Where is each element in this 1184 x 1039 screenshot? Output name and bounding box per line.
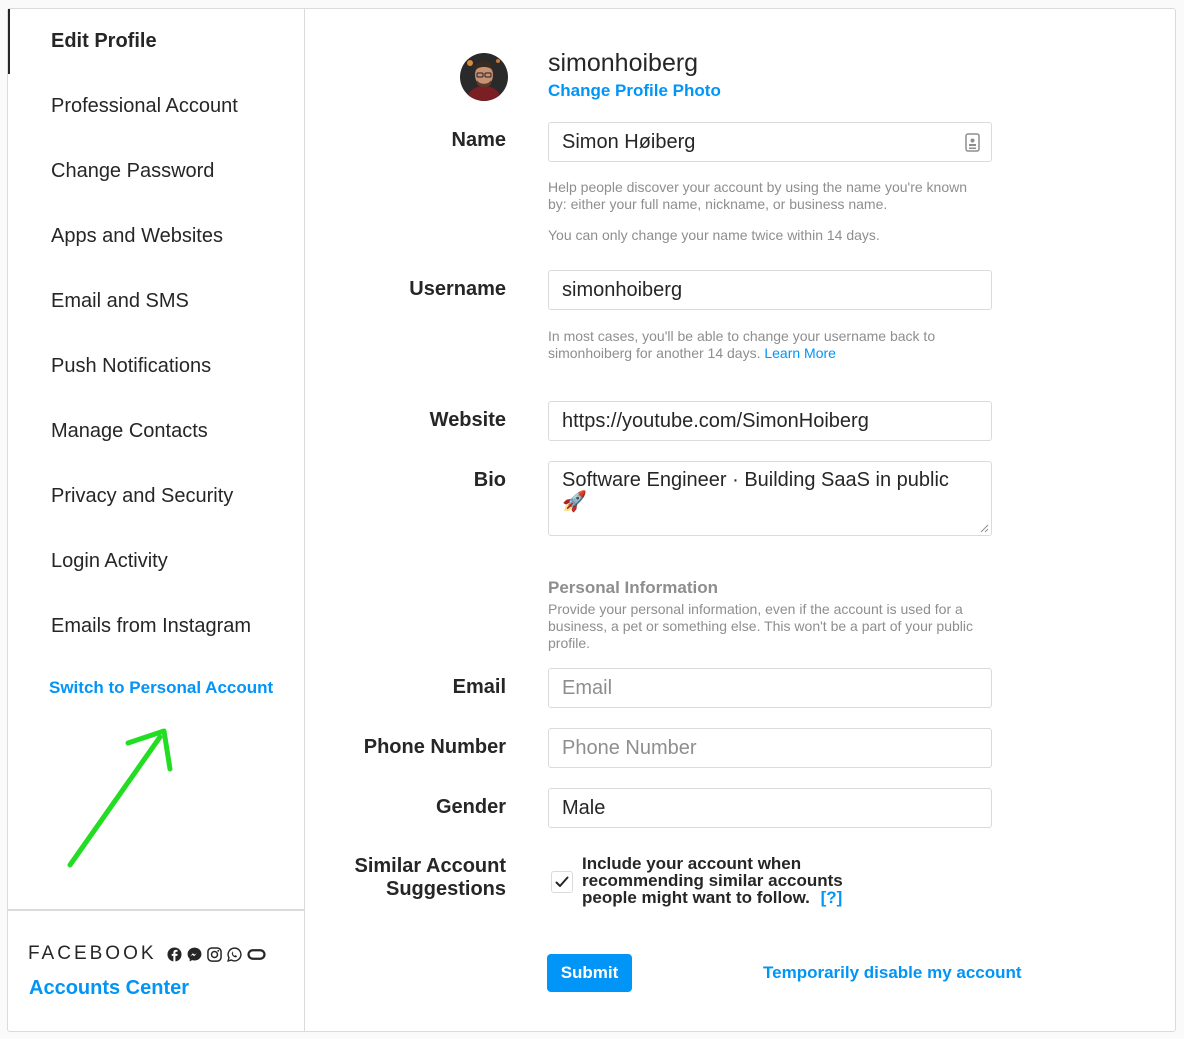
resize-handle-icon[interactable] [979, 523, 989, 533]
bio-textarea[interactable]: Software Engineer · Building SaaS in pub… [548, 461, 992, 536]
sidebar-footer: FACEBOOK Accounts Center [8, 909, 304, 1031]
accounts-center-link[interactable]: Accounts Center [29, 977, 189, 1000]
contact-card-icon[interactable] [965, 133, 980, 158]
name-label: Name [451, 129, 506, 151]
username-field[interactable]: simonhoiberg [548, 270, 992, 310]
name-change-limit-text: You can only change your name twice with… [548, 227, 880, 243]
instagram-icon [206, 946, 222, 962]
whatsapp-icon [226, 946, 242, 962]
personal-information-help: Provide your personal information, even … [548, 601, 973, 651]
annotation-arrow-icon [67, 728, 173, 868]
username-help-text: In most cases, you'll be able to change … [548, 328, 988, 362]
similar-account-label-line2: Suggestions [385, 878, 506, 900]
sidebar-item-edit-profile[interactable]: Edit Profile [8, 9, 304, 74]
website-field-value: https://youtube.com/SimonHoiberg [562, 409, 869, 432]
facebook-brand-row: FACEBOOK [28, 943, 266, 965]
avatar[interactable] [460, 53, 508, 101]
sidebar-item-apps-and-websites[interactable]: Apps and Websites [8, 204, 304, 269]
similar-account-checkbox[interactable] [551, 871, 573, 893]
learn-more-link[interactable]: Learn More [764, 345, 836, 361]
sidebar-item-professional-account[interactable]: Professional Account [8, 74, 304, 139]
sidebar-item-privacy-and-security[interactable]: Privacy and Security [8, 464, 304, 529]
disable-account-link[interactable]: Temporarily disable my account [763, 963, 1022, 983]
facebook-wordmark: FACEBOOK [28, 943, 157, 964]
gender-field-value: Male [562, 796, 606, 819]
similar-account-description: Include your account when recommending s… [582, 855, 882, 906]
sidebar-item-manage-contacts[interactable]: Manage Contacts [8, 399, 304, 464]
sidebar-item-email-and-sms[interactable]: Email and SMS [8, 269, 304, 334]
oculus-icon [246, 947, 266, 962]
sidebar-item-emails-from-instagram[interactable]: Emails from Instagram [8, 594, 304, 659]
email-field[interactable]: Email [548, 668, 992, 708]
email-field-placeholder: Email [562, 676, 613, 699]
gender-label: Gender [435, 796, 506, 818]
username-label: Username [409, 278, 506, 300]
switch-to-personal-account-link[interactable]: Switch to Personal Account [49, 678, 273, 698]
gender-field[interactable]: Male [548, 788, 992, 828]
settings-sidebar: Edit Profile Professional Account Change… [8, 9, 305, 1031]
name-field[interactable]: Simon Høiberg [548, 122, 992, 162]
checkmark-icon [555, 876, 569, 887]
website-label: Website [429, 409, 506, 431]
sidebar-item-push-notifications[interactable]: Push Notifications [8, 334, 304, 399]
change-profile-photo-link[interactable]: Change Profile Photo [548, 81, 721, 101]
similar-account-text: Include your account when recommending s… [582, 854, 843, 907]
sidebar-item-login-activity[interactable]: Login Activity [8, 529, 304, 594]
name-help-text: Help people discover your account by usi… [548, 179, 968, 212]
personal-information-heading: Personal Information [548, 578, 719, 597]
similar-account-help-link[interactable]: [?] [821, 888, 843, 907]
sidebar-item-change-password[interactable]: Change Password [8, 139, 304, 204]
email-label: Email [452, 676, 506, 698]
website-field[interactable]: https://youtube.com/SimonHoiberg [548, 401, 992, 441]
bio-textarea-value: Software Engineer · Building SaaS in pub… [562, 469, 949, 513]
bio-label: Bio [473, 469, 506, 491]
messenger-icon [187, 947, 202, 962]
name-field-value: Simon Høiberg [562, 130, 696, 153]
meta-app-icons [167, 946, 266, 962]
facebook-icon [167, 946, 182, 962]
phone-number-label: Phone Number [363, 736, 506, 758]
username-help-body: In most cases, you'll be able to change … [548, 328, 936, 361]
username-field-value: simonhoiberg [562, 278, 683, 301]
settings-panel: Edit Profile Professional Account Change… [7, 8, 1176, 1032]
phone-number-field-placeholder: Phone Number [562, 736, 697, 759]
similar-account-label-line1: Similar Account [354, 855, 506, 877]
phone-number-field[interactable]: Phone Number [548, 728, 992, 768]
submit-button[interactable]: Submit [547, 954, 632, 992]
profile-username: simonhoiberg [548, 49, 699, 77]
